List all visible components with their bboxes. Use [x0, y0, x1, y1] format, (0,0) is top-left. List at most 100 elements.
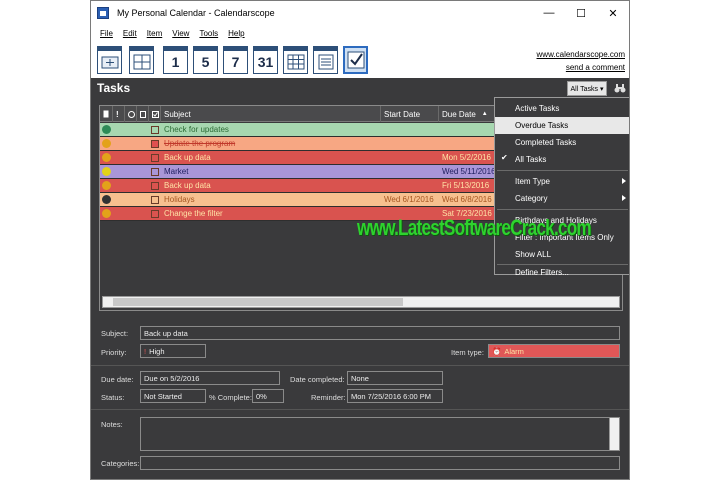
task-type-icon: [102, 181, 111, 190]
notes-textarea[interactable]: [140, 417, 620, 451]
menu-category[interactable]: Category: [495, 190, 629, 207]
categories-label: Categories:: [101, 459, 140, 468]
year-view-button[interactable]: [283, 46, 308, 74]
menu-completed-tasks[interactable]: Completed Tasks: [495, 134, 629, 151]
task-complete-checkbox[interactable]: [151, 182, 159, 190]
title-bar: My Personal Calendar - Calendarscope — ☐…: [91, 1, 629, 25]
categories-field[interactable]: [140, 456, 620, 470]
task-due-date: Wed 5/11/2016: [442, 167, 495, 176]
column-subject-header[interactable]: Subject: [161, 106, 381, 122]
task-start-date: [381, 123, 439, 136]
due-date-field[interactable]: Due on 5/2/2016: [140, 371, 280, 385]
checkmark-icon: ✔: [501, 153, 508, 162]
day-view-button[interactable]: 1: [163, 46, 188, 74]
task-complete-checkbox[interactable]: [151, 210, 159, 218]
close-button[interactable]: ✕: [597, 1, 629, 25]
divider: [91, 365, 629, 366]
subject-field[interactable]: Back up data: [140, 326, 620, 340]
item-type-label: Item type:: [451, 348, 484, 357]
exclamation-icon: !: [116, 109, 119, 119]
task-complete-checkbox[interactable]: [151, 126, 159, 134]
tasks-view-button[interactable]: [343, 46, 368, 74]
task-due-date: Wed 6/8/2016: [442, 195, 492, 204]
percent-complete-label: % Complete:: [209, 393, 252, 402]
column-start-date-header[interactable]: Start Date: [381, 106, 439, 122]
notes-icon: [318, 54, 333, 70]
date-completed-field[interactable]: None: [347, 371, 443, 385]
tasks-header: Tasks All Tasks ▾: [91, 78, 629, 99]
menu-bar: File Edit Item View Tools Help: [91, 25, 629, 42]
task-due-date: Fri 5/13/2016: [442, 181, 490, 190]
alarm-clock-icon: ⏰: [492, 346, 502, 356]
task-start-date: [381, 179, 439, 192]
alarm-icon: [128, 110, 135, 118]
minimize-button[interactable]: —: [533, 1, 565, 25]
horizontal-scrollbar[interactable]: [102, 296, 620, 308]
task-subject: Check for updates: [164, 125, 229, 134]
due-date-label: Due Date: [442, 109, 476, 119]
menu-item[interactable]: Item: [142, 29, 168, 38]
task-complete-checkbox[interactable]: [151, 140, 159, 148]
priority-field[interactable]: ! High: [140, 344, 206, 358]
toolbar: 1 5 7 31 www.calendarscope.com send a co…: [91, 42, 629, 78]
reminder-field[interactable]: Mon 7/25/2016 6:00 PM: [347, 389, 443, 403]
menu-show-all[interactable]: Show ALL: [495, 246, 629, 263]
priority-label: Priority:: [101, 348, 127, 357]
date-completed-label: Date completed:: [290, 375, 345, 384]
menu-overdue-tasks[interactable]: Overdue Tasks: [495, 117, 629, 134]
task-subject: Change the filter: [164, 209, 223, 218]
all-tasks-filter-button[interactable]: All Tasks ▾: [567, 81, 607, 96]
task-start-date: [381, 137, 439, 150]
week-view-button[interactable]: 7: [223, 46, 248, 74]
send-comment-link[interactable]: send a comment: [537, 61, 625, 74]
task-complete-checkbox[interactable]: [151, 168, 159, 176]
task-type-icon: [102, 209, 111, 218]
calendar-app-icon: [97, 7, 109, 19]
task-subject: Back up data: [164, 153, 211, 162]
item-type-field[interactable]: ⏰ Alarm: [488, 344, 620, 358]
notes-scrollbar[interactable]: [609, 418, 619, 450]
new-item-button[interactable]: [97, 46, 122, 74]
task-subject: Market: [164, 167, 189, 176]
column-alarm-header[interactable]: [125, 106, 137, 122]
task-due-date: [439, 137, 495, 150]
column-due-date-header[interactable]: Due Date ▲: [439, 106, 495, 122]
menu-all-tasks[interactable]: ✔ All Tasks: [495, 151, 629, 168]
notes-view-button[interactable]: [313, 46, 338, 74]
task-due-date: [439, 123, 495, 136]
menu-category-label: Category: [515, 194, 548, 203]
menu-edit[interactable]: Edit: [118, 29, 142, 38]
binoculars-icon[interactable]: [614, 82, 626, 94]
due-date-label: Due date:: [101, 375, 134, 384]
maximize-button[interactable]: ☐: [565, 1, 597, 25]
column-note-header[interactable]: [137, 106, 149, 122]
menu-active-tasks[interactable]: Active Tasks: [495, 100, 629, 117]
menu-separator: [497, 170, 628, 171]
column-type-icon-header[interactable]: [100, 106, 113, 122]
new-item-icon: [101, 56, 118, 69]
task-start-date: [381, 165, 439, 178]
column-priority-header[interactable]: !: [113, 106, 125, 122]
task-type-icon: [102, 167, 111, 176]
percent-complete-field[interactable]: 0%: [252, 389, 284, 403]
status-label: Status:: [101, 393, 125, 402]
sort-ascending-icon: ▲: [481, 111, 488, 117]
website-link[interactable]: www.calendarscope.com: [537, 48, 625, 61]
task-complete-checkbox[interactable]: [151, 154, 159, 162]
scrollbar-thumb[interactable]: [113, 298, 403, 306]
menu-item-type[interactable]: Item Type: [495, 173, 629, 190]
menu-help[interactable]: Help: [223, 29, 249, 38]
status-field[interactable]: Not Started: [140, 389, 206, 403]
task-complete-checkbox[interactable]: [151, 196, 159, 204]
month-view-button[interactable]: 31: [253, 46, 278, 74]
menu-tools[interactable]: Tools: [194, 29, 223, 38]
task-type-icon: [102, 153, 111, 162]
menu-file[interactable]: File: [95, 29, 118, 38]
task-subject: Update the program: [164, 139, 236, 148]
five-day-view-button[interactable]: 5: [193, 46, 218, 74]
day-grid-button[interactable]: [129, 46, 154, 74]
menu-view[interactable]: View: [167, 29, 194, 38]
column-complete-header[interactable]: [149, 106, 161, 122]
menu-define-filters[interactable]: Define Filters...: [495, 264, 629, 281]
watermark-text: www.LatestSoftwareCrack.com: [357, 215, 592, 240]
